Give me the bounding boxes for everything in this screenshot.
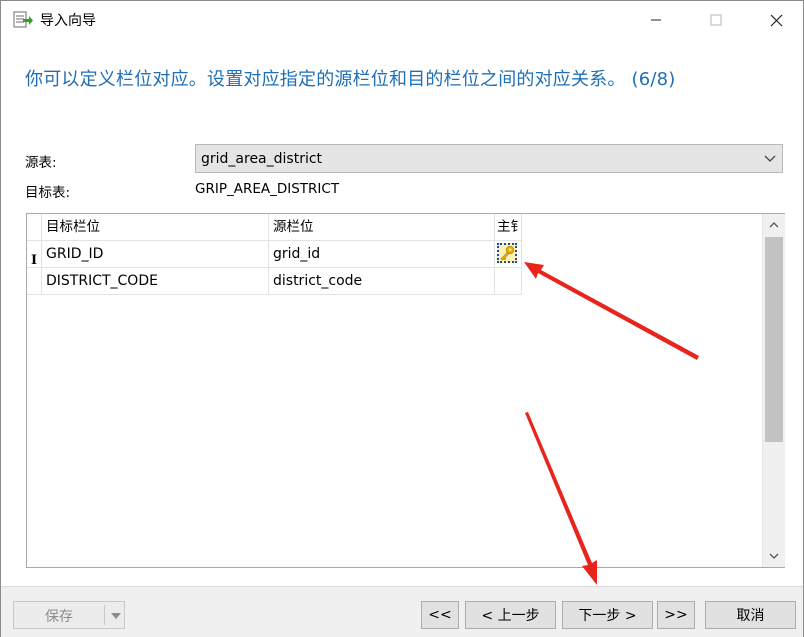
step-description: 你可以定义栏位对应。设置对应指定的源栏位和目的栏位之间的对应关系。 (6/8): [25, 69, 676, 90]
primary-key-cell[interactable]: [495, 268, 522, 295]
target-field-cell[interactable]: GRID_ID: [42, 241, 269, 268]
grid-header-row: 目标栏位 源栏位 主钅: [27, 214, 522, 241]
next-step-button[interactable]: 下一步 >: [562, 601, 653, 629]
field-mapping-grid[interactable]: 目标栏位 源栏位 主钅 I GRID_ID grid_id DISTRICT_C…: [26, 213, 785, 568]
source-table-select[interactable]: grid_area_district: [195, 144, 783, 173]
source-table-value: grid_area_district: [201, 151, 323, 167]
first-step-button[interactable]: <<: [421, 601, 459, 629]
target-table-label: 目标表:: [25, 185, 71, 201]
maximize-button[interactable]: [693, 1, 739, 39]
save-button[interactable]: 保存: [13, 601, 125, 629]
table-row[interactable]: I GRID_ID grid_id: [27, 241, 522, 268]
wizard-footer: 保存 << < 上一步 下一步 > >> 取消: [1, 586, 803, 637]
scroll-down-button[interactable]: [763, 547, 785, 565]
source-table-label: 源表:: [25, 155, 57, 171]
row-indicator: [27, 268, 42, 295]
row-indicator: I: [27, 241, 42, 268]
split-divider: [104, 605, 105, 625]
previous-step-button[interactable]: < 上一步: [465, 601, 556, 629]
minimize-button[interactable]: [633, 1, 679, 39]
close-button[interactable]: [753, 1, 799, 39]
maximize-icon: [710, 14, 722, 26]
source-field-cell[interactable]: district_code: [269, 268, 495, 295]
vertical-scrollbar[interactable]: [762, 214, 785, 567]
close-icon: [770, 14, 782, 26]
grid-body: 目标栏位 源栏位 主钅 I GRID_ID grid_id DISTRICT_C…: [27, 214, 762, 567]
cancel-button[interactable]: 取消: [705, 601, 796, 629]
target-field-cell[interactable]: DISTRICT_CODE: [42, 268, 269, 295]
column-header-target-field[interactable]: 目标栏位: [42, 214, 269, 241]
table-row[interactable]: DISTRICT_CODE district_code: [27, 268, 522, 295]
import-wizard-window: 导入向导 你可以定义栏位对应。设置对应指定的源栏位和目的栏位之间的对应关系。 (…: [0, 0, 804, 637]
source-field-cell[interactable]: grid_id: [269, 241, 495, 268]
scrollbar-thumb[interactable]: [765, 237, 783, 442]
edit-cursor-icon: I: [31, 253, 38, 268]
chevron-down-icon: [769, 553, 779, 559]
key-icon: [497, 243, 517, 263]
import-table-icon: [13, 11, 33, 29]
title-bar: 导入向导: [1, 1, 803, 39]
chevron-down-icon: [764, 152, 776, 168]
last-step-button[interactable]: >>: [657, 601, 695, 629]
wizard-header: 你可以定义栏位对应。设置对应指定的源栏位和目的栏位之间的对应关系。 (6/8): [1, 39, 803, 115]
dropdown-arrow-icon[interactable]: [110, 609, 122, 625]
scroll-up-button[interactable]: [763, 216, 785, 234]
column-header-source-field[interactable]: 源栏位: [269, 214, 495, 241]
chevron-up-icon: [769, 222, 779, 228]
target-table-value: GRIP_AREA_DISTRICT: [195, 181, 340, 197]
save-button-label: 保存: [45, 609, 73, 625]
column-header-primary-key[interactable]: 主钅: [495, 214, 522, 241]
row-indicator-header: [27, 214, 42, 241]
minimize-icon: [651, 19, 661, 21]
window-title: 导入向导: [40, 13, 96, 29]
primary-key-cell[interactable]: [495, 241, 522, 268]
